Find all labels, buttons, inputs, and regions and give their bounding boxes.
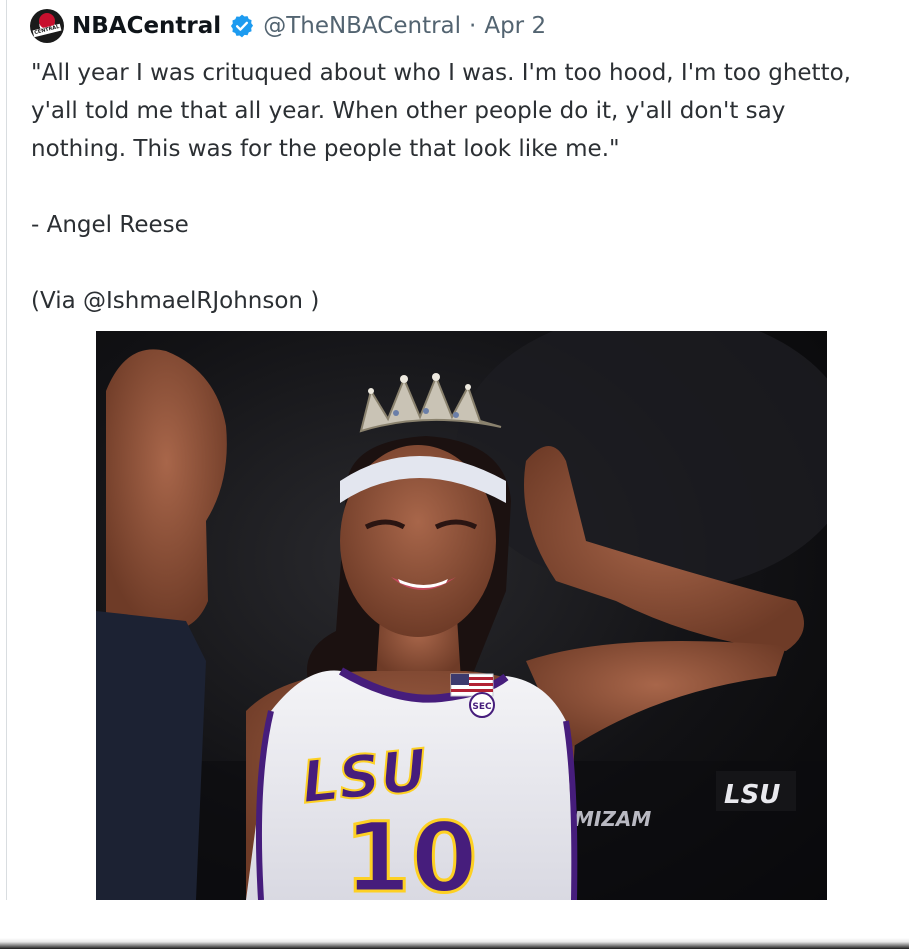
header-separator: ·	[469, 13, 477, 39]
background-sign: LSU	[724, 780, 780, 810]
tweet-line: y'all told me that all year. When other …	[31, 98, 786, 124]
tweet-date[interactable]: Apr 2	[484, 13, 546, 39]
avatar[interactable]: CENTRAL	[30, 9, 64, 43]
verified-badge-icon	[231, 14, 254, 38]
tweet-text: "All year I was crituqued about who I wa…	[31, 54, 891, 320]
tweet-photo[interactable]: LSU MIZAM SEC LSU 10	[96, 331, 827, 900]
tweet-attribution: - Angel Reese	[31, 212, 189, 238]
teammate-sleeve	[96, 611, 206, 900]
screen-edge	[0, 938, 909, 949]
tweet-via[interactable]: (Via @IshmaelRJohnson )	[31, 282, 891, 320]
tweet-line: nothing. This was for the people that lo…	[31, 136, 620, 162]
tweet-header: CENTRAL NBACentral @TheNBACentral · Apr …	[30, 8, 546, 44]
author-name[interactable]: NBACentral	[72, 13, 221, 39]
photo-illustration: LSU MIZAM SEC LSU 10	[96, 331, 827, 900]
raised-fist	[106, 349, 227, 631]
avatar-logo-text: CENTRAL	[32, 23, 62, 38]
flag-patch	[450, 673, 494, 697]
sec-patch-label: SEC	[472, 702, 492, 712]
background-banner-text: MIZAM	[574, 807, 651, 831]
jersey-number-text: 10	[344, 802, 478, 900]
tweet-line: "All year I was crituqued about who I wa…	[31, 60, 851, 86]
author-handle[interactable]: @TheNBACentral	[263, 13, 461, 39]
timeline-border	[6, 0, 7, 900]
